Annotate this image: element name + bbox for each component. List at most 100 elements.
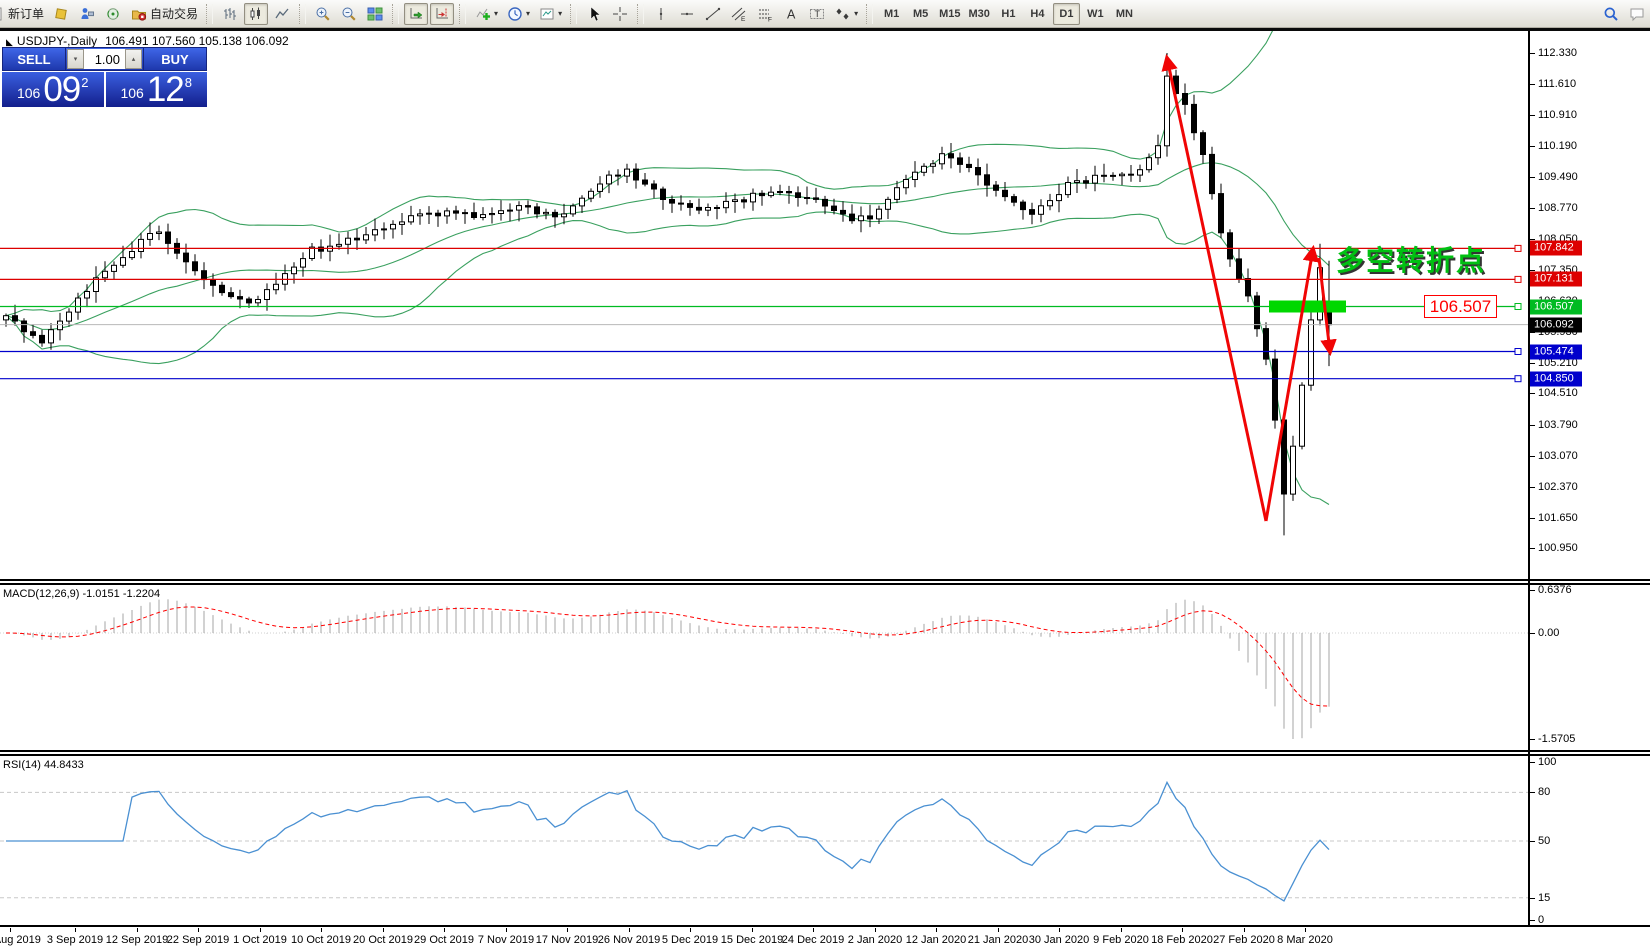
candle-body [445,211,450,216]
price-tick-label: 108.770 [1538,202,1578,214]
date-tick-label: 7 Nov 2019 [478,934,534,946]
candle-body [418,214,423,216]
rsi-tick-label: 80 [1538,786,1550,798]
candle-body [850,214,855,221]
buy-price[interactable]: 106128 [106,72,208,107]
candle-body [1300,385,1305,446]
candle-body [319,247,324,251]
level-line-anchor[interactable] [1515,349,1521,355]
candle-body [1147,158,1152,170]
candle-body [823,199,828,206]
price-tick-mark [1530,146,1535,147]
macd-tick-label: 0.00 [1538,627,1559,639]
buy-button[interactable]: BUY [143,47,207,71]
date-axis[interactable]: 25 Aug 20193 Sep 201912 Sep 201922 Sep 2… [0,928,1650,951]
pivot-annotation-text: 多空转折点 [1336,239,1486,279]
price-axis[interactable]: 112.330111.610110.910110.190109.490108.7… [1530,0,1650,951]
date-tick-mark [1305,928,1306,932]
candle-body [895,188,900,200]
candle-body [1183,94,1188,105]
candle-body [976,168,981,175]
candle-body [202,271,207,280]
date-tick-label: 5 Dec 2019 [662,934,718,946]
candle-body [769,192,774,195]
date-tick-mark [567,928,568,932]
candle-body [1210,154,1215,193]
candle-body [490,214,495,215]
price-tick-mark [1530,548,1535,549]
sell-price-handle: 106 [17,85,40,101]
price-tick-mark [1530,425,1535,426]
candle-body [868,216,873,219]
candle-body [292,267,297,274]
date-tick-mark [690,928,691,932]
candle-body [805,198,810,199]
rsi-tick-label: 100 [1538,756,1556,768]
buy-price-big: 12 [147,73,184,106]
candle-body [1102,175,1107,176]
candle-body [40,335,45,343]
sell-price[interactable]: 106092 [2,72,104,107]
date-tick-label: 9 Feb 2020 [1093,934,1149,946]
sell-button[interactable]: SELL [2,47,66,71]
candle-body [31,332,36,336]
volume-input[interactable]: 1.00 [84,49,125,69]
candle-body [958,158,963,165]
candle-body [274,284,279,289]
price-tick-label: 102.370 [1538,481,1578,493]
price-tick-label: 103.070 [1538,450,1578,462]
date-tick-label: 21 Jan 2020 [968,934,1029,946]
candle-body [886,199,891,209]
green-highlight-box[interactable] [1269,301,1346,313]
volume-increment-button[interactable]: ▴ [125,49,142,69]
pane-divider[interactable] [0,750,1650,756]
rsi-indicator-label: RSI(14) 44.8433 [3,759,84,771]
candle-body [346,238,351,244]
candle-body [1084,181,1089,183]
bollinger-band-line [6,163,1329,330]
level-line-anchor[interactable] [1515,245,1521,251]
candle-body [553,212,558,216]
candle-body [409,216,414,222]
level-line-anchor[interactable] [1515,304,1521,310]
macd-tick-label: -1.5705 [1538,733,1575,745]
volume-decrement-button[interactable]: ▾ [67,49,84,69]
rsi-pane-bottom-border [0,925,1650,927]
candle-body [1021,202,1026,210]
price-tick-label: 104.510 [1538,387,1578,399]
collapse-triangle-icon[interactable]: ◣ [6,37,13,47]
candle-body [256,300,261,303]
price-tick-mark [1530,53,1535,54]
candle-body [1057,195,1062,201]
chart-canvas[interactable] [0,0,1650,951]
candle-body [427,213,432,214]
candle-body [391,224,396,229]
candle-body [1273,359,1278,420]
candle-body [1075,181,1080,183]
ohlc-values: 106.491 107.560 105.138 106.092 [105,34,289,48]
date-tick-mark [260,928,261,932]
macd-indicator-label: MACD(12,26,9) -1.0151 -1.2204 [3,588,160,600]
level-line-anchor[interactable] [1515,376,1521,382]
pane-divider[interactable] [0,579,1650,585]
candle-body [877,209,882,219]
candle-body [229,293,234,297]
date-tick-mark [936,928,937,932]
buy-price-handle: 106 [120,85,143,101]
date-tick-mark [629,928,630,932]
candle-body [139,239,144,251]
candle-body [697,207,702,210]
trend-arrow[interactable] [1167,58,1266,521]
date-tick-mark [1059,928,1060,932]
buy-price-pip: 8 [185,75,192,90]
price-tick-mark [1530,487,1535,488]
date-tick-label: 3 Sep 2019 [47,934,103,946]
price-tick-label: 101.650 [1538,512,1578,524]
candle-body [22,321,27,332]
date-tick-mark [10,928,11,932]
level-line-anchor[interactable] [1515,276,1521,282]
candle-body [130,252,135,258]
candle-body [373,230,378,235]
date-tick-label: 25 Aug 2019 [0,934,41,946]
candle-body [994,185,999,190]
